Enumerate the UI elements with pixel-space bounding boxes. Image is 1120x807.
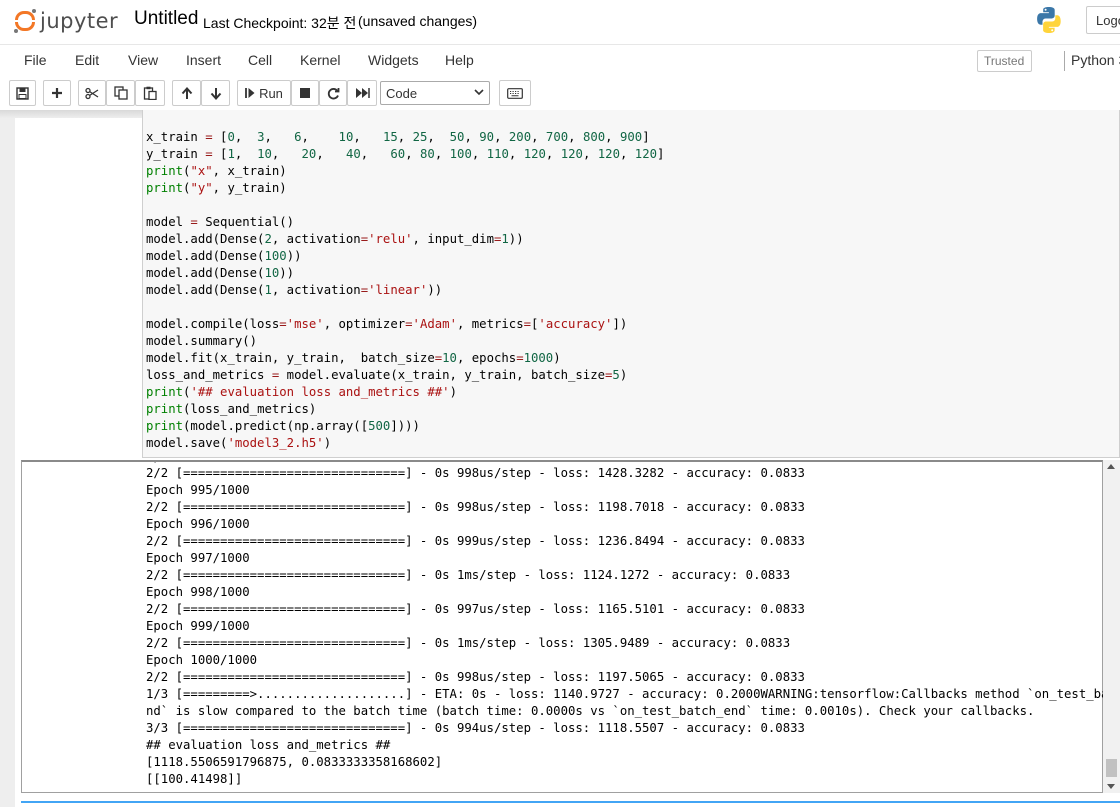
kernel-name: Python 3 — [1071, 52, 1120, 68]
move-down-button[interactable] — [201, 80, 230, 106]
arrow-down-icon — [210, 87, 221, 100]
menu-help[interactable]: Help — [445, 52, 474, 68]
interrupt-button[interactable] — [291, 80, 319, 106]
output-line: 2/2 [==============================] - 0… — [146, 500, 805, 514]
cut-button[interactable] — [78, 80, 106, 106]
code-line: print("x", x_train) — [146, 164, 287, 178]
code-line: model.add(Dense(10)) — [146, 266, 295, 280]
scroll-down-icon[interactable] — [1107, 784, 1115, 789]
output-line: 2/2 [==============================] - 0… — [146, 568, 791, 582]
save-button[interactable] — [9, 80, 36, 106]
menu-file[interactable]: File — [24, 52, 47, 68]
command-palette-button[interactable] — [499, 80, 531, 106]
logo-text: jupyter — [40, 9, 119, 33]
scissors-icon — [85, 87, 99, 99]
code-line: x_train = [0, 3, 6, 10, 15, 25, 50, 90, … — [146, 130, 650, 144]
output-line: Epoch 997/1000 — [146, 551, 250, 565]
output-scrollbar[interactable] — [1103, 460, 1120, 793]
cell-type-value: Code — [386, 86, 418, 101]
jupyter-logo[interactable]: jupyter — [14, 6, 118, 36]
run-button[interactable]: Run — [237, 80, 291, 106]
insert-cell-button[interactable] — [43, 80, 71, 106]
output-line: 2/2 [==============================] - 0… — [146, 534, 805, 548]
scrollbar-thumb[interactable] — [1106, 759, 1117, 777]
code-line: model.add(Dense(2, activation='relu', in… — [146, 232, 524, 246]
menu-view[interactable]: View — [128, 52, 158, 68]
output-line: Epoch 999/1000 — [146, 619, 250, 633]
output-line: [1118.5506591796875, 0.0833333358168602] — [146, 755, 443, 769]
jupyter-logo-icon — [14, 9, 36, 33]
code-line: print("y", y_train) — [146, 181, 287, 195]
paste-icon — [143, 86, 157, 100]
arrow-up-icon — [181, 86, 192, 99]
output-line: 2/2 [==============================] - 0… — [146, 636, 791, 650]
output-line: Epoch 996/1000 — [146, 517, 250, 531]
stop-icon — [300, 88, 310, 98]
restart-button[interactable] — [319, 80, 347, 106]
toolbar: Run Code — [0, 76, 1120, 110]
code-line: model.add(Dense(100)) — [146, 249, 302, 263]
code-line: print(loss_and_metrics) — [146, 402, 317, 416]
output-line: Epoch 1000/1000 — [146, 653, 258, 667]
code-line: loss_and_metrics = model.evaluate(x_trai… — [146, 368, 628, 382]
run-label: Run — [259, 85, 283, 101]
plus-icon — [52, 88, 62, 98]
code-line: print('## evaluation loss and_metrics ##… — [146, 385, 457, 399]
chevron-down-icon — [474, 89, 484, 96]
code-line: model.save('model3_2.h5') — [146, 436, 332, 450]
output-line: 2/2 [==============================] - 0… — [146, 602, 805, 616]
trusted-indicator[interactable]: Trusted — [977, 50, 1032, 72]
output-line: Epoch 995/1000 — [146, 483, 250, 497]
code-line: print(model.predict(np.array([500]))) — [146, 419, 420, 433]
code-line: y_train = [1, 10, 20, 40, 60, 80, 100, 1… — [146, 147, 665, 161]
copy-button[interactable] — [106, 80, 135, 106]
menu-insert[interactable]: Insert — [186, 52, 221, 68]
code-line: model = Sequential() — [146, 215, 295, 229]
keyboard-icon — [507, 87, 523, 99]
run-all-button[interactable] — [347, 80, 377, 106]
output-line: 2/2 [==============================] - 0… — [146, 466, 805, 480]
copy-icon — [113, 86, 128, 100]
menu-edit[interactable]: Edit — [75, 52, 99, 68]
run-icon — [245, 88, 255, 98]
menubar: File Edit View Insert Cell Kernel Widget… — [0, 44, 1120, 76]
output-line: 2/2 [==============================] - 0… — [146, 670, 805, 684]
menu-widgets[interactable]: Widgets — [368, 52, 419, 68]
save-icon — [16, 86, 29, 100]
logout-button[interactable]: Logout — [1086, 6, 1120, 34]
code-line: model.summary() — [146, 334, 258, 348]
code-line: model.add(Dense(1, activation='linear')) — [146, 283, 443, 297]
scroll-up-icon[interactable] — [1107, 464, 1115, 469]
output-line: [[100.41498]] — [146, 772, 243, 786]
header: jupyter Untitled Last Checkpoint: 32분 전 … — [0, 0, 1120, 44]
output-line: nd` is slow compared to the batch time (… — [146, 704, 1035, 718]
notebook-name[interactable]: Untitled — [134, 8, 198, 30]
output-line: 3/3 [==============================] - 0… — [146, 721, 805, 735]
cell-type-select[interactable]: Code — [380, 81, 490, 105]
python-logo-icon — [1037, 7, 1061, 33]
code-line: model.compile(loss='mse', optimizer='Ada… — [146, 317, 628, 331]
code-line: model.fit(x_train, y_train, batch_size=1… — [146, 351, 561, 365]
checkpoint-status: Last Checkpoint: 32분 전 — [203, 15, 357, 31]
output-line: Epoch 998/1000 — [146, 585, 250, 599]
selected-cell-indicator — [21, 801, 1120, 807]
menu-kernel[interactable]: Kernel — [300, 52, 340, 68]
autosave-status: (unsaved changes) — [358, 13, 478, 29]
restart-icon — [327, 87, 339, 99]
kernel-separator — [1064, 51, 1065, 71]
output-line: 1/3 [=========>....................] - E… — [146, 687, 1120, 701]
output-line: ## evaluation loss and_metrics ## — [146, 738, 391, 752]
move-up-button[interactable] — [172, 80, 201, 106]
paste-button[interactable] — [135, 80, 165, 106]
menu-cell[interactable]: Cell — [248, 52, 272, 68]
fast-forward-icon — [355, 88, 370, 98]
